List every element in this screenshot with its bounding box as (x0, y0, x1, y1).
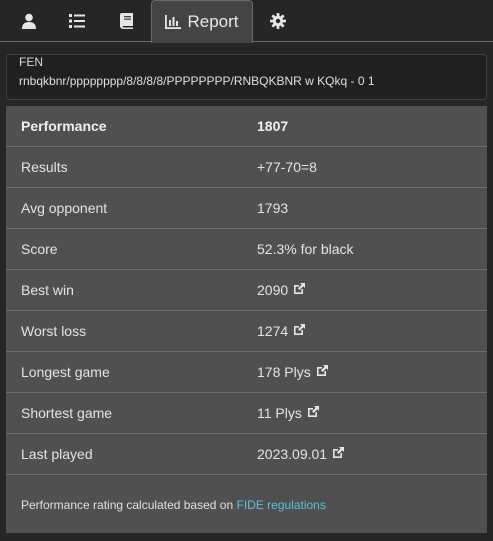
row-label: Results (21, 159, 68, 175)
row-value[interactable]: 178 Plys (257, 364, 329, 380)
tab-games-list[interactable] (56, 0, 98, 42)
report-row: Results +77-70=8 (6, 147, 487, 188)
row-label: Shortest game (21, 405, 113, 421)
row-value-text: +77-70=8 (257, 159, 317, 175)
report-row: Worst loss 1274 (6, 311, 487, 352)
row-value-text: 1793 (257, 200, 289, 216)
tab-report-label: Report (187, 12, 239, 31)
report-row: Longest game 178 Plys (6, 352, 487, 393)
row-value-text: 2023.09.01 (257, 446, 328, 462)
tab-report[interactable]: Report (151, 0, 253, 43)
fen-box: FEN rnbqkbnr/pppppppp/8/8/8/8/PPPPPPPP/R… (6, 54, 487, 100)
external-link-icon[interactable] (316, 364, 329, 380)
row-value-text: 11 Plys (257, 405, 302, 421)
report-row: Avg opponent 1793 (6, 188, 487, 229)
row-value-text: 178 Plys (257, 364, 311, 380)
row-value[interactable]: 2023.09.01 (257, 446, 345, 462)
tab-opening-book[interactable] (106, 0, 148, 42)
row-value[interactable]: 11 Plys (257, 405, 320, 421)
performance-value: 1807 (257, 118, 289, 134)
row-label: Best win (21, 282, 74, 298)
row-value[interactable]: 1274 (257, 323, 306, 339)
report-row: Score 52.3% for black (6, 229, 487, 270)
performance-label: Performance (21, 118, 107, 134)
row-value: 52.3% for black (257, 241, 354, 257)
fide-regulations-link[interactable]: FIDE regulations (236, 498, 325, 512)
row-value-text: 2090 (257, 282, 289, 298)
row-value-text: 52.3% for black (257, 241, 354, 257)
row-label: Last played (21, 446, 93, 462)
performance-note: Performance rating calculated based on F… (21, 498, 326, 512)
gear-icon (270, 13, 286, 29)
external-link-icon[interactable] (293, 282, 306, 298)
row-label: Longest game (21, 364, 110, 380)
tab-bar: Report (0, 0, 493, 43)
row-label: Avg opponent (21, 200, 108, 216)
row-value: +77-70=8 (257, 159, 317, 175)
report-row: Shortest game 11 Plys (6, 393, 487, 434)
user-icon (22, 13, 36, 29)
book-icon (120, 13, 133, 29)
row-value-text: 1274 (257, 323, 289, 339)
fen-value[interactable]: rnbqkbnr/pppppppp/8/8/8/8/PPPPPPPP/RNBQK… (19, 74, 375, 88)
bar-chart-icon (165, 15, 182, 29)
row-label: Score (21, 241, 58, 257)
report-header-row: Performance 1807 (6, 106, 487, 147)
report-row: Best win 2090 (6, 270, 487, 311)
tab-settings[interactable] (257, 0, 299, 42)
report-row: Last played 2023.09.01 (6, 434, 487, 475)
tab-profile[interactable] (8, 0, 50, 42)
row-label: Worst loss (21, 323, 87, 339)
list-icon (69, 14, 85, 28)
external-link-icon[interactable] (332, 446, 345, 462)
report-table: Performance 1807 Results +77-70=8 Avg oppo… (6, 106, 487, 533)
note-text: Performance rating calculated based on (21, 498, 234, 512)
external-link-icon[interactable] (307, 405, 320, 421)
external-link-icon[interactable] (293, 323, 306, 339)
fen-label: FEN (19, 55, 43, 69)
row-value[interactable]: 2090 (257, 282, 306, 298)
row-value: 1793 (257, 200, 288, 216)
